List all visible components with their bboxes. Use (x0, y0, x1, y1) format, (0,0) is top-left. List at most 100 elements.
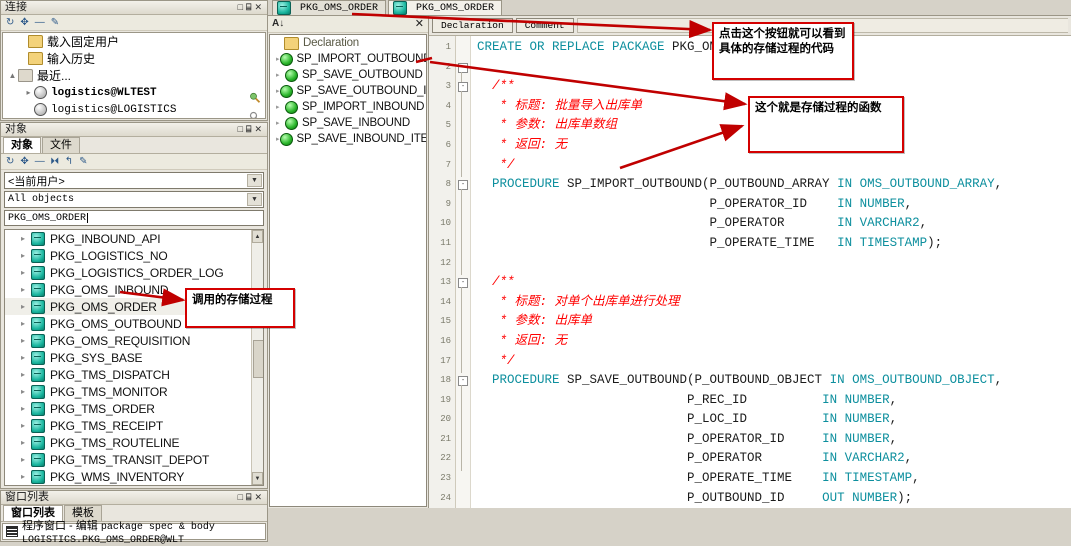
declaration-item[interactable]: ▸SP_IMPORT_OUTBOUND (270, 51, 426, 67)
twisty-icon[interactable]: ▸ (276, 135, 280, 143)
list-item[interactable]: ▸PKG_SYS_BASE (5, 349, 263, 366)
twisty-icon[interactable]: ▸ (21, 285, 31, 294)
list-item[interactable]: ▸PKG_TMS_TRANSIT_DEPOT (5, 451, 263, 468)
twisty-icon[interactable]: ▸ (21, 234, 31, 243)
edit-icon[interactable]: ✎ (51, 18, 59, 28)
tab-files[interactable]: 文件 (42, 137, 80, 153)
twisty-icon[interactable]: ▸ (21, 370, 31, 379)
chevron-down-icon[interactable]: ▼ (247, 193, 262, 206)
twisty-icon[interactable]: ▸ (21, 455, 31, 464)
list-item[interactable]: ▸PKG_TMS_ORDER (5, 400, 263, 417)
scrollbar-thumb[interactable] (253, 340, 264, 378)
code-line[interactable]: P_OPERATOR IN VARCHAR2, (471, 449, 1071, 469)
tree-item-recent[interactable]: ▲ 最近... (3, 67, 265, 84)
twisty-icon[interactable]: ▸ (276, 119, 285, 127)
list-item[interactable]: ▸PKG_WMS_INVENTORY (5, 468, 263, 485)
add-icon[interactable]: ✥ (20, 157, 28, 167)
declaration-root[interactable]: Declaration (270, 35, 426, 51)
list-item[interactable]: ▸PKG_OMS_REQUISITION (5, 332, 263, 349)
tab-comment[interactable]: Comment (516, 18, 574, 33)
twisty-icon[interactable]: ▸ (21, 336, 31, 345)
object-list-scrollbar[interactable]: ▲ ▼ (251, 230, 263, 485)
find-icon[interactable]: 🞂🞀 (51, 157, 59, 167)
list-item[interactable]: ▸PKG_INBOUND_API (5, 230, 263, 247)
fold-toggle-icon[interactable]: - (458, 376, 468, 386)
twisty-icon[interactable]: ▸ (276, 55, 280, 63)
twisty-icon[interactable]: ▲ (7, 71, 18, 80)
scroll-down-icon[interactable]: ▼ (252, 472, 263, 485)
fold-toggle-icon[interactable]: - (458, 82, 468, 92)
remove-icon[interactable]: — (35, 18, 45, 28)
twisty-icon[interactable]: ▸ (276, 103, 285, 111)
code-line[interactable]: */ (471, 156, 1071, 176)
twisty-icon[interactable]: ▸ (21, 353, 31, 362)
twisty-icon[interactable]: ▸ (276, 87, 280, 95)
declaration-item[interactable]: ▸SP_SAVE_OUTBOUND_ITEM (270, 83, 426, 99)
fold-toggle-icon[interactable]: - (458, 63, 468, 73)
twisty-icon[interactable]: ▸ (21, 387, 31, 396)
autohide-pin-icon[interactable]: ⌸ (246, 493, 251, 502)
twisty-icon[interactable]: ▸ (21, 438, 31, 447)
list-item[interactable]: ▸PKG_TMS_DISPATCH (5, 366, 263, 383)
list-item[interactable]: ▸PKG_LOGISTICS_NO (5, 247, 263, 264)
remove-icon[interactable]: — (35, 157, 45, 167)
refresh-icon[interactable]: ↻ (6, 18, 14, 28)
declaration-item[interactable]: ▸SP_IMPORT_INBOUND (270, 99, 426, 115)
code-line[interactable]: * 参数: 出库单 (471, 312, 1071, 332)
up-icon[interactable]: ↰ (65, 157, 73, 167)
document-tab-1[interactable]: PKG_OMS_ORDER (272, 0, 386, 15)
code-line[interactable]: P_OPERATE_TIME IN TIMESTAMP, (471, 469, 1071, 489)
connections-tree[interactable]: 载入固定用户 输入历史 ▲ 最近... ▸ logistics@WLTEST (2, 32, 266, 119)
code-line[interactable] (471, 254, 1071, 274)
code-line[interactable]: P_OPERATOR_ID IN NUMBER, (471, 195, 1071, 215)
declaration-item[interactable]: ▸SP_SAVE_INBOUND (270, 115, 426, 131)
list-item[interactable]: ▸PKG_TMS_ROUTELINE (5, 434, 263, 451)
close-icon[interactable]: ✕ (254, 3, 262, 12)
twisty-icon[interactable]: ▸ (21, 251, 31, 260)
tree-item-logistics-wltest[interactable]: ▸ logistics@WLTEST (3, 84, 265, 101)
code-line[interactable]: * 标题: 对单个出库单进行处理 (471, 293, 1071, 313)
twisty-icon[interactable]: ▸ (21, 421, 31, 430)
tab-objects[interactable]: 对象 (3, 137, 41, 153)
add-icon[interactable]: ✥ (20, 18, 28, 28)
object-filter-input[interactable]: PKG_OMS_ORDER (4, 210, 264, 226)
autohide-pin-icon[interactable]: ⌸ (246, 125, 251, 134)
user-select[interactable]: <当前用户> ▼ (4, 172, 264, 189)
autohide-pin-icon[interactable]: ⌸ (246, 3, 251, 12)
declaration-tree[interactable]: Declaration ▸SP_IMPORT_OUTBOUND▸SP_SAVE_… (269, 34, 427, 507)
sort-az-icon[interactable]: A↓ (272, 19, 284, 29)
code-line[interactable]: P_LOC_ID IN NUMBER, (471, 410, 1071, 430)
object-type-select[interactable]: All objects ▼ (4, 191, 264, 208)
close-icon[interactable]: ✕ (254, 493, 262, 502)
close-icon[interactable]: ✕ (415, 19, 424, 30)
twisty-icon[interactable]: ▸ (21, 404, 31, 413)
list-item[interactable]: ▸PKG_TMS_MONITOR (5, 383, 263, 400)
list-item[interactable]: ▸PKG_LOGISTICS_ORDER_LOG (5, 264, 263, 281)
fold-toggle-icon[interactable]: - (458, 278, 468, 288)
maximize-icon[interactable]: □ (238, 493, 243, 502)
code-line[interactable]: */ (471, 352, 1071, 372)
code-line[interactable]: P_OPERATOR_ID IN NUMBER, (471, 430, 1071, 450)
twisty-icon[interactable]: ▸ (21, 302, 31, 311)
code-line[interactable]: P_OUTBOUND_ID OUT NUMBER); (471, 489, 1071, 509)
edit-icon[interactable]: ✎ (79, 157, 87, 167)
code-line[interactable]: P_REC_ID IN NUMBER, (471, 391, 1071, 411)
chevron-down-icon[interactable]: ▼ (247, 174, 262, 187)
maximize-icon[interactable]: □ (238, 3, 243, 12)
twisty-icon[interactable]: ▸ (276, 71, 285, 79)
code-line[interactable]: P_OPERATE_TIME IN TIMESTAMP); (471, 234, 1071, 254)
code-line[interactable]: PROCEDURE SP_IMPORT_OUTBOUND(P_OUTBOUND_… (471, 175, 1071, 195)
close-icon[interactable]: ✕ (254, 125, 262, 134)
tab-declaration[interactable]: Declaration (432, 18, 513, 33)
tree-item-input-history[interactable]: 输入历史 (3, 50, 265, 67)
code-folding-column[interactable]: - - - - - (456, 36, 471, 508)
maximize-icon[interactable]: □ (238, 125, 243, 134)
twisty-icon[interactable]: ▸ (23, 88, 34, 97)
code-line[interactable]: * 返回: 无 (471, 332, 1071, 352)
document-tab-2[interactable]: PKG_OMS_ORDER (388, 0, 502, 15)
fold-toggle-icon[interactable]: - (458, 180, 468, 190)
declaration-item[interactable]: ▸SP_SAVE_OUTBOUND (270, 67, 426, 83)
refresh-icon[interactable]: ↻ (6, 157, 14, 167)
code-line[interactable]: P_OPERATOR IN VARCHAR2, (471, 214, 1071, 234)
twisty-icon[interactable]: ▸ (21, 472, 31, 481)
